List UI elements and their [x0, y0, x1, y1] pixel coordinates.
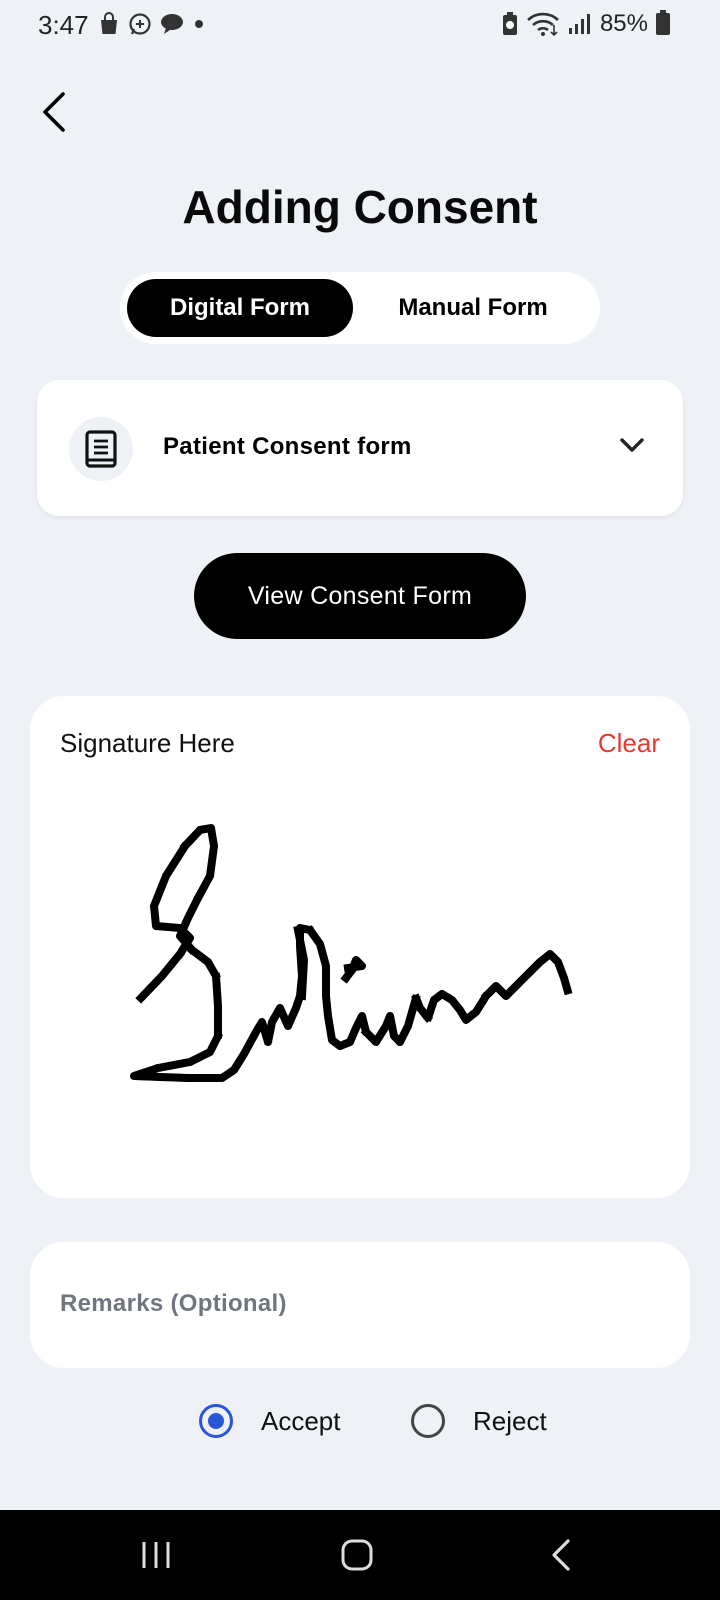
- document-icon: [85, 430, 117, 468]
- chevron-down-icon: [620, 438, 644, 452]
- wifi-icon: [527, 12, 559, 37]
- reject-radio[interactable]: [411, 1404, 445, 1438]
- status-bar: 3:47 85%: [0, 0, 720, 52]
- notification-icons: [98, 12, 206, 36]
- consent-screen: 3:47 85% Adding Consent Digital Form Man…: [0, 0, 720, 1600]
- accept-option[interactable]: Accept: [199, 1404, 341, 1438]
- accept-radio[interactable]: [199, 1404, 233, 1438]
- battery-saver-icon: [502, 12, 517, 35]
- message-icon: [161, 14, 183, 34]
- signature-drawing: [130, 824, 573, 1082]
- tab-digital-form[interactable]: Digital Form: [127, 279, 353, 337]
- consent-form-dropdown[interactable]: Patient Consent form: [37, 380, 683, 516]
- tab-manual-form[interactable]: Manual Form: [353, 279, 593, 337]
- signature-pad[interactable]: Signature Here Clear: [30, 696, 690, 1198]
- view-consent-form-button[interactable]: View Consent Form: [194, 553, 526, 639]
- home-icon[interactable]: [340, 1538, 374, 1572]
- remarks-input[interactable]: Remarks (Optional): [30, 1242, 690, 1368]
- dot-icon: [195, 20, 203, 28]
- page-title: Adding Consent: [182, 181, 538, 233]
- back-button[interactable]: [30, 88, 78, 136]
- battery-percent: 85%: [599, 10, 648, 37]
- signal-icon: [568, 14, 590, 34]
- document-icon-badge: [69, 417, 133, 481]
- back-nav-icon[interactable]: [550, 1538, 572, 1572]
- status-time: 3:47: [38, 10, 89, 40]
- recent-apps-icon[interactable]: [140, 1540, 172, 1570]
- reject-option[interactable]: Reject: [411, 1404, 547, 1438]
- system-nav-bar: [0, 1510, 720, 1600]
- remarks-placeholder: Remarks (Optional): [60, 1290, 287, 1317]
- accept-label: Accept: [261, 1405, 341, 1436]
- back-arrow-icon: [43, 92, 65, 132]
- shopping-bag-icon: [101, 12, 117, 34]
- form-type-toggle: Digital Form Manual Form: [120, 272, 600, 344]
- system-indicators: 85%: [502, 10, 670, 38]
- reject-label: Reject: [473, 1405, 547, 1436]
- battery-icon: [656, 10, 670, 35]
- whatsapp-icon: [129, 13, 151, 35]
- selected-form-label: Patient Consent form: [163, 433, 412, 460]
